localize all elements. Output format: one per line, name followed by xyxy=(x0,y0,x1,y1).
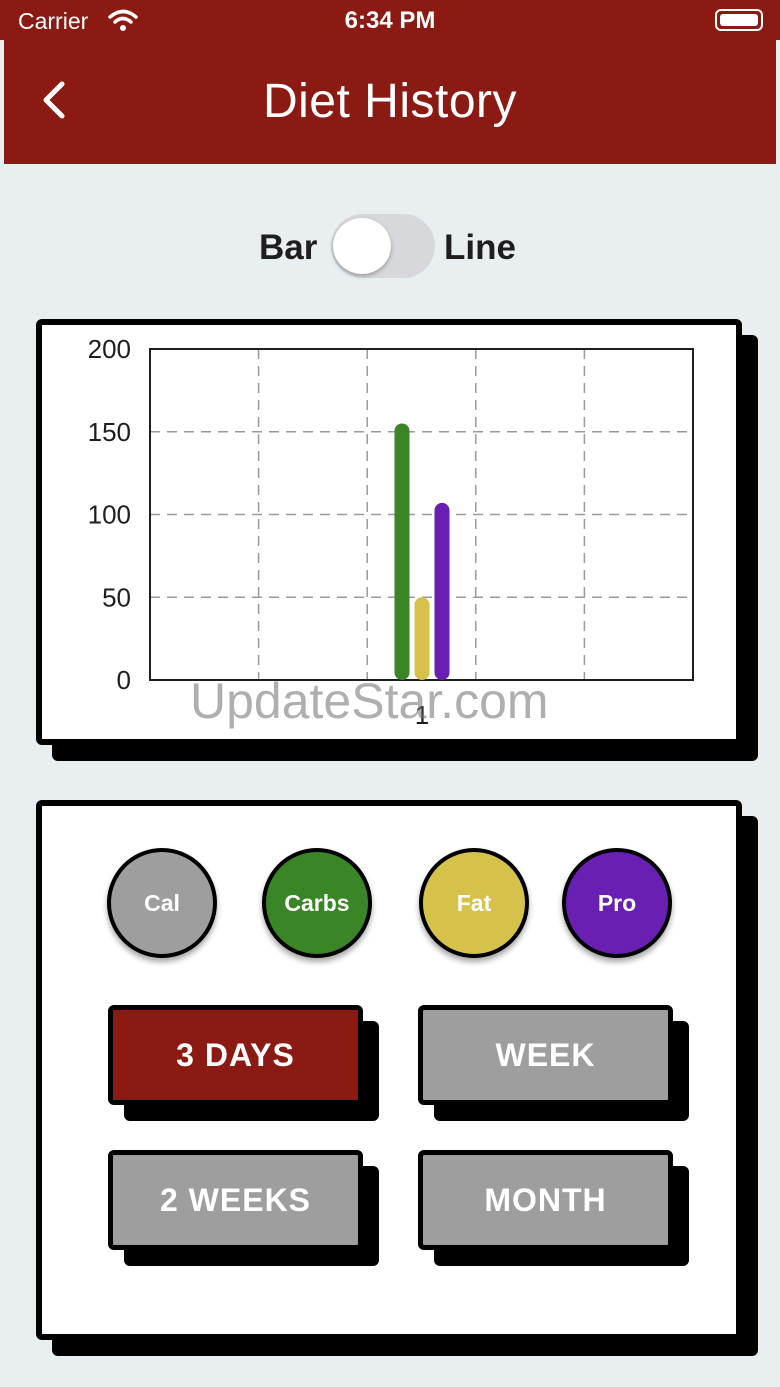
y-tick-label: 150 xyxy=(88,417,131,447)
range-button-3-days[interactable]: 3 DAYS xyxy=(108,1005,363,1105)
y-tick-label: 200 xyxy=(88,334,131,364)
nutrient-toggle-carbs[interactable]: Carbs xyxy=(262,848,372,958)
x-tick-label: 1 xyxy=(415,700,429,730)
nutrient-toggle-fat[interactable]: Fat xyxy=(419,848,529,958)
range-button-2-weeks[interactable]: 2 WEEKS xyxy=(108,1150,363,1250)
diet-history-chart: 0 50 100 150 200 1 xyxy=(88,334,694,730)
nutrient-label: Cal xyxy=(144,889,180,916)
nutrient-label: Carbs xyxy=(284,889,350,916)
y-tick-label: 0 xyxy=(117,665,131,695)
range-button-label: WEEK xyxy=(495,1036,596,1073)
y-tick-label: 100 xyxy=(88,500,131,530)
range-button-month[interactable]: MONTH xyxy=(418,1150,673,1250)
nutrient-label: Pro xyxy=(597,889,637,916)
nutrient-label: Fat xyxy=(456,889,492,916)
range-button-week[interactable]: WEEK xyxy=(418,1005,673,1105)
range-button-label: 3 DAYS xyxy=(176,1036,295,1073)
range-button-label: MONTH xyxy=(484,1181,607,1218)
y-tick-label: 50 xyxy=(102,582,131,612)
nutrient-toggle-cal[interactable]: Cal xyxy=(107,848,217,958)
nutrient-toggle-pro[interactable]: Pro xyxy=(562,848,672,958)
range-button-label: 2 WEEKS xyxy=(159,1181,312,1218)
